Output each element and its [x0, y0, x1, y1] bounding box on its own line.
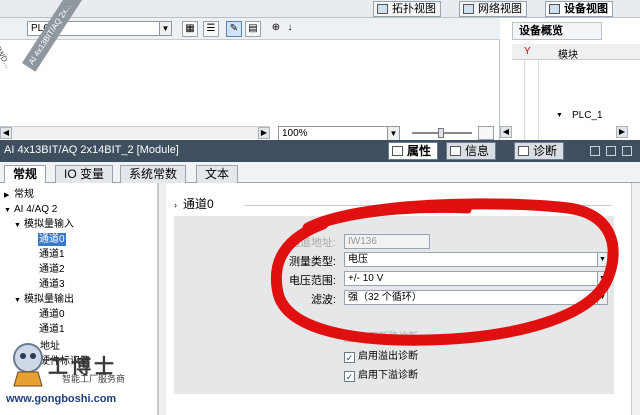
tree-item-ai-channel-3[interactable]: 通道3 [39, 278, 65, 291]
slider-knob[interactable] [438, 128, 444, 138]
overflow-checkbox[interactable]: ✓ 启用溢出诊断 [344, 347, 418, 363]
tree-item-ai-channel-2[interactable]: 通道2 [39, 263, 65, 276]
grid-view-icon[interactable]: ▦ [182, 21, 198, 37]
watermark-subtitle: 智能工厂服务商 [62, 374, 126, 384]
section-title: 通道0 [183, 197, 214, 211]
tab-label: 信息 [465, 144, 490, 158]
download-arrow-icon[interactable]: ↓ [282, 21, 298, 37]
filter-icon[interactable]: Y [524, 46, 531, 57]
tree-label: 常规 [14, 189, 34, 200]
tree-scrollbar[interactable] [158, 183, 166, 415]
tab-network-view[interactable]: 网络视图 [459, 1, 527, 17]
chevron-down-icon: ▼ [387, 127, 399, 140]
grid-line [538, 60, 539, 140]
tab-general[interactable]: 常规 [4, 165, 47, 184]
checkbox-box: ✓ [344, 371, 355, 382]
checkbox-label: 启用溢出诊断 [358, 351, 418, 362]
scroll-right-icon[interactable]: ▶ [616, 126, 628, 138]
checkbox-box: ✓ [344, 352, 355, 363]
info-icon [450, 146, 461, 156]
tree-item-analog-output[interactable]: ▼ 模拟量输出 [14, 293, 74, 307]
scroll-right-icon[interactable]: ▶ [258, 127, 270, 139]
device-overview-panel: 设备概览 Y 模块 ▼ PLC_1 ◀ ▶ [500, 18, 640, 140]
diagnostics-icon [518, 146, 529, 156]
tree-label: 模拟量输出 [24, 294, 74, 305]
collapse-icon[interactable]: › [174, 200, 177, 210]
horizontal-scrollbar[interactable]: ◀ ▶ [0, 126, 270, 139]
tree-item-ai-channel-1[interactable]: 通道1 [39, 248, 65, 261]
chevron-down-icon: ▼ [159, 22, 171, 35]
tab-texts[interactable]: 文本 [196, 165, 239, 183]
properties-icon [392, 146, 403, 156]
grid-line [524, 60, 525, 140]
tab-properties[interactable]: 属性 [388, 142, 439, 160]
tab-label: 拓扑视图 [392, 3, 436, 15]
tree-item-ao-channel-0[interactable]: 通道0 [39, 308, 65, 321]
tab-device-view[interactable]: 设备视图 [545, 1, 613, 17]
fit-view-icon[interactable] [478, 126, 494, 140]
device-icon [549, 4, 560, 14]
topology-icon [377, 4, 388, 14]
tree-item-module[interactable]: ▼ AI 4/AQ 2 [4, 203, 57, 217]
pen-tool-icon[interactable]: ✎ [226, 21, 242, 37]
column-module: 模块 [558, 50, 578, 61]
zoom-value: 100% [282, 128, 308, 139]
tab-label: 网络视图 [478, 3, 522, 15]
overview-title[interactable]: 设备概览 [512, 22, 602, 40]
minimize-icon[interactable] [606, 146, 616, 156]
layout-icon[interactable]: ▤ [245, 21, 261, 37]
zoom-slider[interactable] [412, 128, 472, 138]
tab-diagnostics[interactable]: 诊断 [514, 142, 565, 160]
device-view-canvas[interactable]: PLC_1 ▼ ▦ ☰ ✎ ▤ ⊕ ↓ PWD... AI 4x13BIT/AQ… [0, 0, 500, 141]
tab-label: 属性 [407, 144, 432, 158]
section-header[interactable]: › 通道0 [174, 195, 214, 212]
tree-item-general[interactable]: ▶ 常规 [4, 188, 34, 202]
restore-icon[interactable] [590, 146, 600, 156]
network-icon [463, 4, 474, 14]
inspector-title: AI 4x13BIT/AQ 2x14BIT_2 [Module] [4, 144, 179, 156]
close-icon[interactable] [622, 146, 632, 156]
tree-label: 模拟量输入 [24, 219, 74, 230]
underflow-checkbox[interactable]: ✓ 启用下溢诊断 [344, 366, 418, 382]
table-row[interactable]: ▼ PLC_1 [512, 110, 640, 124]
tab-io-tags[interactable]: IO 变量 [55, 165, 114, 183]
red-annotation-mark [270, 198, 619, 346]
view-tab-bar: 拓扑视图 网络视图 设备视图 [0, 0, 640, 18]
overview-header: Y 模块 [512, 44, 640, 61]
table-view-icon[interactable]: ☰ [203, 21, 219, 37]
content-scrollbar[interactable] [631, 183, 640, 415]
expand-icon[interactable]: ▼ [556, 112, 563, 119]
device-toolbar: PLC_1 ▼ ▦ ☰ ✎ ▤ ⊕ ↓ [0, 18, 500, 40]
partial-module-label: PWD... [0, 43, 13, 70]
tree-item-ai-channel-0[interactable]: 通道0 [38, 233, 66, 246]
property-tab-bar: 常规 IO 变量 系统常数 文本 [0, 162, 640, 184]
tab-topology-view[interactable]: 拓扑视图 [373, 1, 441, 17]
zoom-select[interactable]: 100% ▼ [278, 126, 400, 141]
scroll-left-icon[interactable]: ◀ [500, 126, 512, 138]
tab-system-constants[interactable]: 系统常数 [120, 165, 187, 183]
row-name: PLC_1 [572, 110, 603, 121]
tab-info[interactable]: 信息 [446, 142, 497, 160]
tree-label: AI 4/AQ 2 [14, 204, 58, 215]
scroll-left-icon[interactable]: ◀ [0, 127, 12, 139]
tab-label: 诊断 [533, 144, 558, 158]
inspector-bar: AI 4x13BIT/AQ 2x14BIT_2 [Module] 属性 信息 诊… [0, 140, 640, 162]
watermark-url: www.gongboshi.com [6, 393, 117, 405]
checkbox-label: 启用下溢诊断 [358, 370, 418, 381]
tree-item-analog-input[interactable]: ▼ 模拟量输入 [14, 218, 74, 232]
tab-label: 设备视图 [564, 3, 608, 15]
